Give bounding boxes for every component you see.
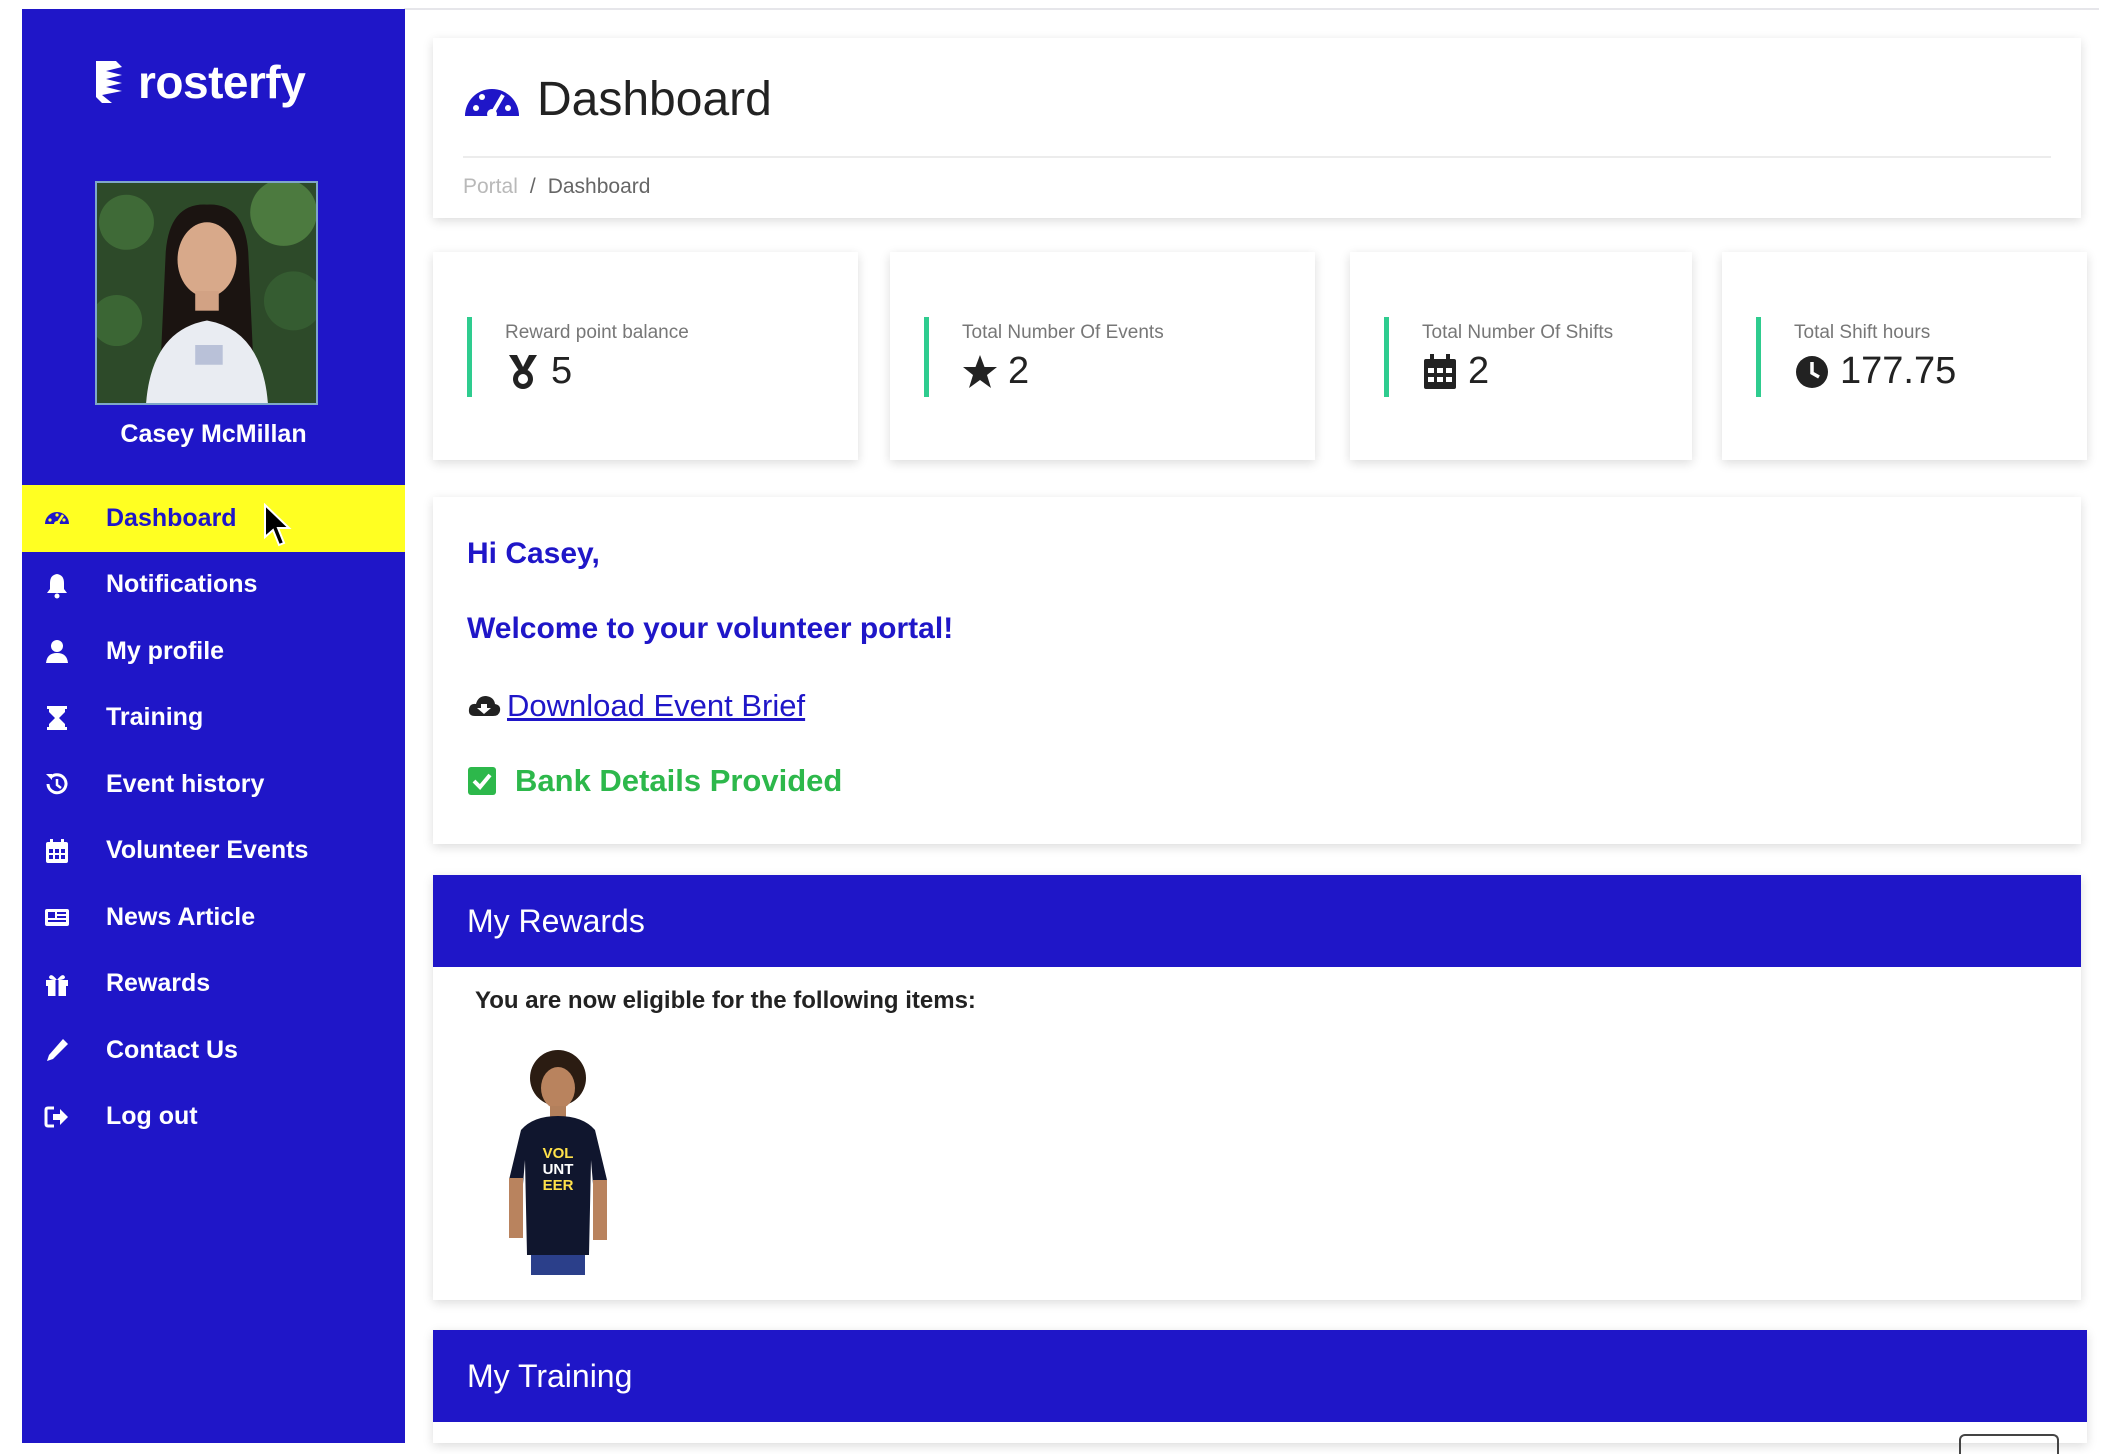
sidebar-item-rewards[interactable]: Rewards bbox=[22, 951, 405, 1018]
sidebar-item-log-out[interactable]: Log out bbox=[22, 1084, 405, 1151]
bank-status-text: Bank Details Provided bbox=[515, 763, 843, 798]
dashboard-icon bbox=[465, 88, 519, 119]
rewards-panel: My Rewards You are now eligible for the … bbox=[433, 875, 2081, 1300]
rewards-eligible-text: You are now eligible for the following i… bbox=[475, 987, 976, 1014]
stat-label: Reward point balance bbox=[505, 322, 689, 343]
hourglass-icon bbox=[42, 703, 72, 733]
check-square-icon bbox=[468, 767, 496, 795]
sidebar-item-label: News Article bbox=[106, 902, 256, 931]
medal-icon bbox=[509, 354, 537, 389]
gift-icon bbox=[42, 969, 72, 999]
newspaper-icon bbox=[42, 902, 72, 932]
stat-value-row: 177.75 bbox=[1794, 350, 1956, 393]
breadcrumb-portal-link[interactable]: Portal bbox=[463, 175, 518, 199]
sidebar-item-dashboard[interactable]: Dashboard bbox=[22, 485, 405, 552]
page-title: Dashboard bbox=[537, 73, 772, 126]
mouse-cursor-icon bbox=[264, 503, 292, 547]
training-action-button[interactable] bbox=[1959, 1434, 2059, 1454]
training-panel-title: My Training bbox=[433, 1330, 2087, 1422]
user-icon bbox=[42, 636, 72, 666]
avatar bbox=[95, 181, 318, 405]
sidebar-item-volunteer-events[interactable]: Volunteer Events bbox=[22, 818, 405, 885]
clock-icon bbox=[1796, 355, 1828, 388]
stat-label: Total Number Of Shifts bbox=[1422, 322, 1614, 343]
svg-text:UNT: UNT bbox=[543, 1161, 574, 1178]
stat-label: Total Shift hours bbox=[1794, 322, 1931, 343]
sidebar-item-news-article[interactable]: News Article bbox=[22, 884, 405, 951]
stat-value: 5 bbox=[551, 350, 573, 392]
stat-accent-bar bbox=[924, 317, 929, 397]
stat-value-row: 5 bbox=[505, 350, 572, 393]
stat-value: 177.75 bbox=[1840, 350, 1957, 392]
stat-value: 2 bbox=[1468, 350, 1490, 392]
download-event-brief-link[interactable]: Download Event Brief bbox=[507, 688, 805, 724]
page-title-row: Dashboard bbox=[463, 72, 772, 127]
sign-out-icon bbox=[42, 1102, 72, 1132]
sidebar-nav: Dashboard Notifications My profile Train… bbox=[22, 485, 405, 1150]
sidebar-item-notifications[interactable]: Notifications bbox=[22, 552, 405, 619]
cloud-download-icon bbox=[468, 696, 501, 716]
calendar-icon bbox=[42, 836, 72, 866]
greeting-text: Hi Casey, bbox=[467, 537, 600, 570]
download-event-brief: Download Event Brief bbox=[467, 688, 805, 724]
stat-value-row: 2 bbox=[1422, 350, 1489, 393]
sidebar-item-my-profile[interactable]: My profile bbox=[22, 618, 405, 685]
volunteer-tshirt-image: VOL UNT EER bbox=[503, 1050, 613, 1280]
history-icon bbox=[42, 769, 72, 799]
stat-accent-bar bbox=[1756, 317, 1761, 397]
sidebar-item-label: Volunteer Events bbox=[106, 836, 309, 865]
page-header-card: Dashboard Portal / Dashboard bbox=[433, 38, 2081, 218]
sidebar-item-label: Contact Us bbox=[106, 1035, 238, 1064]
stat-label: Total Number Of Events bbox=[962, 322, 1164, 343]
sidebar-item-label: Log out bbox=[106, 1102, 198, 1131]
stat-card-total-shift-hours: Total Shift hours 177.75 bbox=[1722, 252, 2087, 460]
breadcrumb-current: Dashboard bbox=[547, 175, 651, 198]
welcome-message: Welcome to your volunteer portal! bbox=[467, 612, 954, 645]
dashboard-icon bbox=[42, 503, 72, 533]
svg-text:VOL: VOL bbox=[543, 1145, 574, 1162]
welcome-card: Hi Casey, Welcome to your volunteer port… bbox=[433, 497, 2081, 844]
stat-value: 2 bbox=[1008, 350, 1030, 392]
svg-text:EER: EER bbox=[543, 1177, 574, 1194]
sidebar-item-training[interactable]: Training bbox=[22, 685, 405, 752]
brand-name: rosterfy bbox=[138, 56, 306, 108]
stat-card-total-shifts: Total Number Of Shifts 2 bbox=[1350, 252, 1692, 460]
sidebar-item-contact-us[interactable]: Contact Us bbox=[22, 1017, 405, 1084]
rewards-panel-title: My Rewards bbox=[433, 875, 2081, 967]
star-icon bbox=[963, 354, 997, 388]
sidebar-item-label: Rewards bbox=[106, 969, 211, 998]
sidebar-item-label: My profile bbox=[106, 636, 225, 665]
stat-accent-bar bbox=[467, 317, 472, 397]
stat-card-total-events: Total Number Of Events 2 bbox=[890, 252, 1315, 460]
stat-accent-bar bbox=[1384, 317, 1389, 397]
user-name: Casey McMillan bbox=[120, 420, 307, 448]
reward-item-tshirt[interactable]: VOL UNT EER bbox=[503, 1050, 613, 1280]
bank-details-status: Bank Details Provided bbox=[467, 763, 842, 799]
rosterfy-logo-icon bbox=[96, 61, 122, 103]
pencil-icon bbox=[42, 1035, 72, 1065]
brand-logo[interactable]: rosterfy bbox=[92, 52, 306, 112]
breadcrumb-separator: / bbox=[529, 175, 536, 198]
training-panel: My Training bbox=[433, 1330, 2087, 1454]
sidebar-item-label: Dashboard bbox=[106, 503, 237, 532]
bell-icon bbox=[42, 570, 72, 600]
sidebar-item-label: Notifications bbox=[106, 570, 258, 599]
stat-card-reward-points: Reward point balance 5 bbox=[433, 252, 858, 460]
header-divider bbox=[463, 156, 2051, 158]
calendar-icon bbox=[1424, 353, 1456, 389]
sidebar-item-label: Event history bbox=[106, 769, 265, 798]
sidebar-item-event-history[interactable]: Event history bbox=[22, 751, 405, 818]
stat-value-row: 2 bbox=[962, 350, 1029, 393]
breadcrumb: Portal / Dashboard bbox=[463, 175, 650, 199]
top-divider bbox=[404, 8, 2099, 10]
sidebar-item-label: Training bbox=[106, 703, 204, 732]
profile-photo bbox=[97, 183, 316, 403]
app-window: rosterfy Casey McMillan Dashboard Notifi… bbox=[0, 0, 2105, 1454]
